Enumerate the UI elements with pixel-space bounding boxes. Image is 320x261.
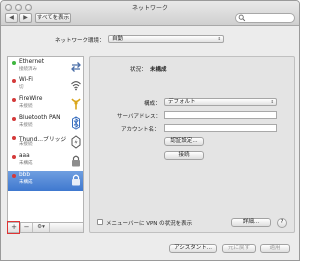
service-status: 切 <box>19 85 24 90</box>
config-label: 構成： <box>144 101 161 107</box>
gear-menu-button[interactable]: ⚙▾ <box>33 223 50 232</box>
service-name: FireWire <box>19 96 43 102</box>
service-status: 未接続 <box>19 142 33 147</box>
service-vpn-aaa[interactable]: aaa 未構成 <box>8 152 83 172</box>
bluetooth-icon <box>72 116 80 130</box>
assistant-button[interactable]: アシスタント... <box>169 244 217 253</box>
service-name: Ethernet <box>19 59 44 65</box>
config-value: デフォルト <box>168 99 196 105</box>
status-dot <box>12 79 16 83</box>
title-bar: ネットワーク ◀ ▶ すべてを表示 <box>1 1 299 26</box>
service-status: 未構成 <box>19 161 33 166</box>
location-label: ネットワーク環境： <box>55 38 105 44</box>
status-dot <box>12 98 16 102</box>
status-dot <box>12 117 16 121</box>
server-address-field[interactable] <box>164 111 277 119</box>
service-list[interactable]: Ethernet 接続済み Wi-Fi 切 FireWire 未接続 Bluet… <box>7 56 84 223</box>
lock-icon <box>72 155 80 167</box>
status-dot <box>12 136 16 140</box>
forward-button[interactable]: ▶ <box>19 13 32 23</box>
service-detail-panel: 状況： 未構成 構成： デフォルト ⇕ サーバアドレス： アカウント名： 認証設… <box>89 56 295 233</box>
vpn-menu-bar-label: メニューバーに VPN の状況を表示 <box>106 221 193 227</box>
service-name: Bluetooth PAN <box>19 115 61 121</box>
thunderbolt-icon <box>71 135 81 149</box>
service-wifi[interactable]: Wi-Fi 切 <box>8 76 83 96</box>
help-button[interactable]: ? <box>277 218 287 228</box>
service-vpn-bbb[interactable]: bbb 未構成 <box>8 171 83 191</box>
remove-service-button[interactable]: − <box>21 223 33 232</box>
location-value: 自動 <box>112 36 124 42</box>
status-dot <box>12 61 16 65</box>
service-thunderbolt-bridge[interactable]: Thund…ブリッジ 未接続 <box>8 133 83 153</box>
auth-settings-button[interactable]: 認証設定... <box>164 137 204 146</box>
add-button-highlight <box>7 221 20 234</box>
firewire-icon <box>71 98 81 110</box>
back-button[interactable]: ◀ <box>5 13 18 23</box>
ethernet-icon <box>71 62 81 72</box>
status-value: 未構成 <box>150 67 167 73</box>
service-bluetooth-pan[interactable]: Bluetooth PAN 未接続 <box>8 114 83 134</box>
vpn-menu-bar-checkbox[interactable] <box>97 219 103 225</box>
network-preferences-window: ネットワーク ◀ ▶ すべてを表示 ネットワーク環境： 自動 ⇕ Etherne… <box>0 0 300 261</box>
service-ethernet[interactable]: Ethernet 接続済み <box>8 58 83 78</box>
lock-icon <box>72 174 80 186</box>
status-dot <box>12 155 16 159</box>
service-status: 未接続 <box>19 123 33 128</box>
service-name: aaa <box>19 153 30 159</box>
advanced-button[interactable]: 詳細... <box>231 218 271 227</box>
location-popup[interactable]: 自動 ⇕ <box>108 35 224 43</box>
revert-button[interactable]: 元に戻す <box>222 244 256 253</box>
popup-arrows-icon: ⇕ <box>217 36 221 41</box>
config-popup[interactable]: デフォルト ⇕ <box>164 98 277 106</box>
service-name: Wi-Fi <box>19 77 33 83</box>
service-status: 接続済み <box>19 67 37 72</box>
connect-button[interactable]: 接続 <box>164 151 204 160</box>
status-label: 状況： <box>130 67 147 73</box>
window-title: ネットワーク <box>131 5 168 12</box>
server-address-label: サーバアドレス： <box>117 114 161 120</box>
wifi-icon <box>71 81 81 91</box>
service-firewire[interactable]: FireWire 未接続 <box>8 95 83 115</box>
status-dot <box>12 174 16 178</box>
search-icon <box>238 14 246 22</box>
service-status: 未構成 <box>19 180 33 185</box>
account-name-label: アカウント名： <box>121 127 160 133</box>
search-field[interactable] <box>235 13 295 23</box>
service-name: bbb <box>19 172 31 178</box>
show-all-button[interactable]: すべてを表示 <box>35 13 71 23</box>
account-name-field[interactable] <box>164 124 277 132</box>
service-status: 未接続 <box>19 104 33 109</box>
apply-button[interactable]: 適用 <box>260 244 290 253</box>
popup-arrows-icon: ⇕ <box>270 99 274 104</box>
